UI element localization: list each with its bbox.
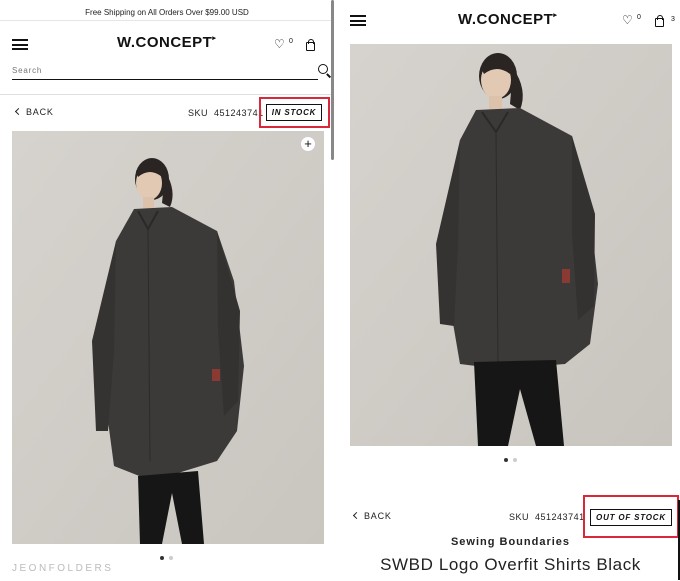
sku-info: SKU 451243741 — [188, 108, 264, 118]
wishlist-count: 0 — [637, 14, 641, 21]
search-icon[interactable] — [318, 64, 328, 74]
menu-icon[interactable] — [350, 15, 366, 26]
sku-info: SKU 451243741 — [509, 512, 585, 522]
search-input[interactable] — [12, 62, 292, 78]
sku-label: SKU — [509, 512, 530, 522]
scrollbar[interactable] — [331, 0, 334, 160]
wishlist-count: 0 — [289, 38, 293, 45]
back-button[interactable]: BACK — [14, 107, 54, 117]
menu-icon[interactable] — [12, 39, 28, 50]
heart-icon[interactable]: ♡ — [622, 14, 633, 26]
search-bar — [12, 62, 328, 80]
product-photo[interactable] — [350, 44, 672, 446]
brand-name[interactable]: Sewing Boundaries — [341, 536, 680, 548]
carousel-dot[interactable] — [169, 556, 173, 560]
carousel-dot-active[interactable] — [160, 556, 164, 560]
header: W.CONCEPT▸ ♡ 0 — [0, 24, 334, 64]
product-photo[interactable] — [12, 131, 324, 544]
back-button[interactable]: BACK — [352, 511, 392, 521]
sku-label: SKU — [188, 108, 209, 118]
sku-value: 451243741 — [214, 108, 264, 118]
logo[interactable]: W.CONCEPT▸ — [117, 34, 216, 51]
sku-value: 451243741 — [535, 512, 585, 522]
watermark-text: JEONFOLDERS — [12, 563, 114, 574]
logo-text: W.CONCEPT — [458, 11, 554, 28]
cart-count: 3 — [671, 16, 675, 23]
carousel-dot-active[interactable] — [504, 458, 508, 462]
divider — [0, 94, 334, 95]
model-illustration — [350, 44, 672, 446]
back-label: BACK — [364, 511, 392, 521]
carousel-dot[interactable] — [513, 458, 517, 462]
highlight-box — [583, 495, 679, 538]
highlight-box — [259, 97, 330, 128]
carousel-dots — [504, 458, 517, 462]
chevron-left-icon — [14, 107, 23, 116]
heart-icon[interactable]: ♡ — [274, 38, 285, 50]
promo-banner: Free Shipping on All Orders Over $99.00 … — [0, 5, 334, 21]
left-screen: Free Shipping on All Orders Over $99.00 … — [0, 0, 334, 581]
right-screen: W.CONCEPT▸ ♡ 0 3 BACK SKU 451243741 OUT … — [341, 0, 680, 581]
carousel-dots — [160, 556, 173, 560]
chevron-left-icon — [352, 511, 361, 520]
plus-icon[interactable]: + — [300, 136, 316, 152]
logo-text: W.CONCEPT — [117, 34, 213, 51]
back-label: BACK — [26, 107, 54, 117]
comparison-screenshot: Free Shipping on All Orders Over $99.00 … — [0, 0, 680, 581]
bag-icon[interactable] — [306, 39, 315, 51]
logo[interactable]: W.CONCEPT▸ — [458, 11, 557, 28]
bag-icon[interactable] — [655, 15, 664, 27]
product-title: SWBD Logo Overfit Shirts Black — [380, 555, 641, 574]
model-illustration — [12, 131, 324, 544]
